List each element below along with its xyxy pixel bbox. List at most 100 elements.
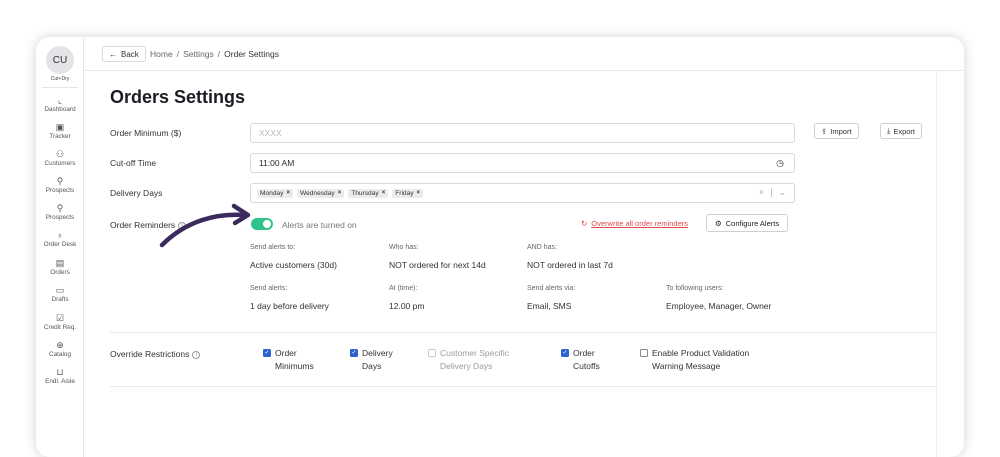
check-square-icon: ☑ [55,313,65,323]
pin-icon: ♁ [56,230,64,240]
chevron-down-icon[interactable]: ⌄ [778,187,786,198]
document-icon: ▤ [55,258,65,268]
sidebar-item-dashboard[interactable]: ⌞ Dashboard [36,95,84,113]
page-title: Orders Settings [110,87,246,107]
sidebar-item-prospects-2[interactable]: ⚲ Prospects [36,203,84,221]
toggle-knob [263,220,271,228]
cutoff-time-label: Cut-off Time [110,158,157,168]
day-chip: Friday × [392,188,424,198]
sidebar-item-credit-req[interactable]: ☑ Credit Req. [36,313,84,331]
day-chip: Monday × [257,188,293,198]
checkbox-label: Enable Product Validation Warning Messag… [652,348,750,371]
users-value: Employee, Manager, Owner [666,301,772,311]
annotation-arrow-icon [159,203,251,248]
sidebar-item-label: Customers [44,160,76,167]
sidebar-item-label: Credit Req. [43,324,77,331]
send-to-value: Active customers (30d) [250,260,337,270]
checkbox-delivery-days[interactable]: ✓ Delivery Days [350,347,393,373]
back-label: Back [121,49,139,59]
arrow-left-icon: ← [109,49,117,59]
checkbox-label: Customer Specific Delivery Days [440,348,509,371]
order-minimum-input[interactable]: XXXX [250,123,795,143]
sidebar-item-prospects[interactable]: ⚲ Prospects [36,176,84,194]
configure-alerts-label: Configure Alerts [725,218,780,228]
checkbox-order-cutoffs[interactable]: ✓ Order Cutoffs [561,347,600,373]
remove-icon[interactable]: × [382,190,386,196]
brand-name: Cut+Dry [50,76,70,82]
section-divider [110,332,936,333]
and-has-label: AND has: [527,244,557,251]
import-label: Import [830,126,852,136]
checkbox-customer-delivery-days: Customer Specific Delivery Days [428,347,509,373]
sidebar-item-drafts[interactable]: ▭ Drafts [36,285,84,303]
chart-icon: ⌞ [57,95,63,105]
send-via-label: Send alerts via: [527,285,576,292]
chip-label: Wednesday [299,189,335,197]
checkbox-checked-icon[interactable]: ✓ [350,349,358,357]
chip-label: Thursday [351,189,379,197]
remove-icon[interactable]: × [417,190,421,196]
sidebar-divider [42,87,78,88]
configure-alerts-button[interactable]: ⚙ Configure Alerts [706,214,789,232]
clipboard-icon: ▣ [55,122,65,132]
alerts-toggle[interactable] [251,218,273,230]
at-time-label: At (time): [389,285,418,292]
alerts-status: Alerts are turned on [282,220,357,230]
sidebar-item-tracker[interactable]: ▣ Tracker [36,122,84,140]
sidebar-item-order-desk[interactable]: ♁ Order Desk [36,230,84,248]
send-to-label: Send alerts to: [250,244,296,251]
remove-icon[interactable]: × [286,190,290,196]
user-plus-icon: ⚲ [56,176,64,186]
checkbox-product-validation[interactable]: Enable Product Validation Warning Messag… [640,347,749,373]
sidebar-item-label: Prospects [45,214,75,221]
day-chip: Thursday × [348,188,389,198]
separator: | [770,187,773,197]
sidebar-item-label: Order Desk [43,241,77,248]
checkbox-unchecked-icon[interactable] [640,349,648,357]
sidebar: CU Cut+Dry ⌞ Dashboard ▣ Tracker ⚇ Custo… [36,37,84,457]
users-label: To following users: [666,285,724,292]
compass-icon: ⊕ [56,340,64,350]
at-time-value: 12.00 pm [389,301,425,311]
sidebar-item-label: Orders [50,269,70,276]
send-alerts-label: Send alerts: [250,285,288,292]
checkbox-checked-icon[interactable]: ✓ [561,349,569,357]
checkbox-disabled-icon [428,349,436,357]
sidebar-item-label: Catalog [48,351,72,358]
delivery-days-label: Delivery Days [110,188,163,198]
send-via-value: Email, SMS [527,301,572,311]
cutoff-time-input[interactable]: 11:00 AM ◷ [250,153,795,173]
checkbox-checked-icon[interactable]: ✓ [263,349,271,357]
back-button[interactable]: ← Back [102,46,146,62]
info-icon[interactable]: i [192,350,201,359]
sidebar-item-endl-aisle[interactable]: ⊔ Endl. Aisle [36,367,84,385]
select-controls: × | ⌄ [759,187,786,198]
order-minimum-placeholder: XXXX [259,128,282,138]
sidebar-item-label: Endl. Aisle [45,378,75,385]
file-icon: ▭ [55,285,65,295]
sidebar-item-catalog[interactable]: ⊕ Catalog [36,340,84,358]
breadcrumb-settings[interactable]: Settings [183,49,214,59]
checkbox-order-minimums[interactable]: ✓ Order Minimums [263,347,314,373]
clock-icon[interactable]: ◷ [776,158,784,169]
sidebar-item-label: Drafts [51,296,69,303]
breadcrumb-home[interactable]: Home [150,49,173,59]
gear-icon: ⚙ [715,218,722,228]
checkbox-label: Order Cutoffs [573,348,600,371]
override-restrictions-label: Override Restrictions i [110,349,201,359]
breadcrumb: Home / Settings / Order Settings [150,49,279,59]
user-plus-icon: ⚲ [56,203,64,213]
sidebar-item-customers[interactable]: ⚇ Customers [36,149,84,167]
clear-icon[interactable]: × [759,187,764,198]
avatar[interactable]: CU [46,46,74,74]
download-icon: ⤓ [887,126,891,135]
cutoff-time-value: 11:00 AM [259,158,295,168]
remove-icon[interactable]: × [338,190,342,196]
sidebar-item-label: Prospects [45,187,75,194]
overwrite-reminders-link[interactable]: ↻ Overwrite all order reminders [581,219,688,228]
export-button[interactable]: ⤓ Export [880,123,923,139]
sidebar-item-orders[interactable]: ▤ Orders [36,258,84,276]
sidebar-item-label: Dashboard [44,106,76,113]
delivery-days-select[interactable]: Monday × Wednesday × Thursday × Friday × × | ⌄ [250,183,795,203]
import-button[interactable]: ⇪ Import [814,123,859,139]
